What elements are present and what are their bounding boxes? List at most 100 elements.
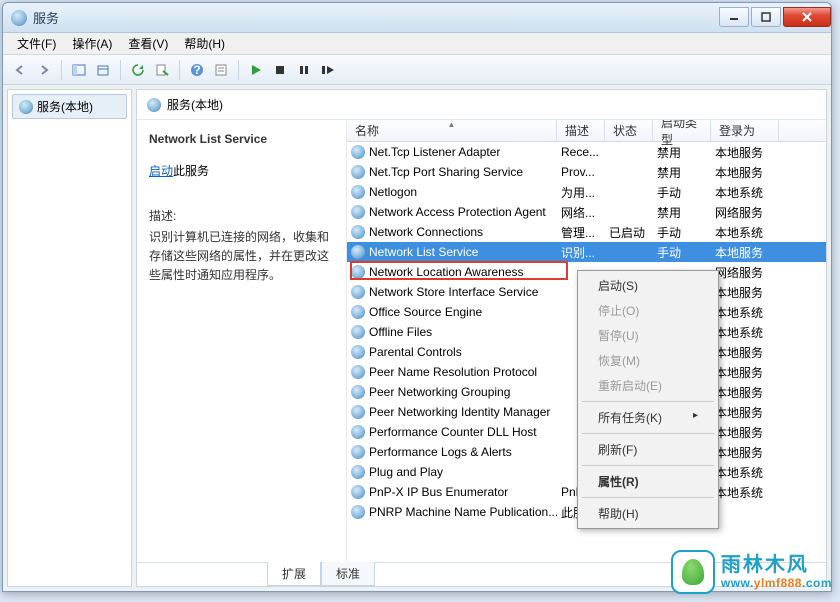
col-desc[interactable]: 描述: [557, 120, 605, 141]
service-icon: [351, 385, 365, 399]
show-hide-tree-button[interactable]: [68, 59, 90, 81]
ctx-refresh[interactable]: 刷新(F): [580, 437, 716, 462]
ctx-separator: [582, 401, 714, 402]
service-name: Office Source Engine: [369, 305, 482, 319]
service-state: 已启动: [605, 224, 653, 241]
table-row[interactable]: Network Access Protection Agent网络...禁用网络…: [347, 202, 826, 222]
service-logon: 本地系统: [711, 464, 779, 481]
ctx-stop: 停止(O): [580, 298, 716, 323]
ctx-separator: [582, 465, 714, 466]
table-row[interactable]: Net.Tcp Listener AdapterRece...禁用本地服务: [347, 142, 826, 162]
watermark: 雨林木风 www.ylmf888.com: [671, 550, 832, 594]
table-row[interactable]: Net.Tcp Port Sharing Service Prov... 禁用本地服…: [347, 162, 826, 182]
service-icon: [351, 185, 365, 199]
context-menu: 启动(S) 停止(O) 暂停(U) 恢复(M) 重新启动(E) 所有任务(K) …: [577, 270, 719, 529]
service-name: Performance Logs & Alerts: [369, 445, 512, 459]
minimize-button[interactable]: [719, 7, 749, 27]
stop-service-button[interactable]: [269, 59, 291, 81]
services-icon: [19, 100, 33, 114]
nav-services-local[interactable]: 服务(本地): [12, 94, 127, 119]
service-logon: 本地服务: [711, 404, 779, 421]
service-desc: 识别...: [557, 244, 605, 261]
description-text: 识别计算机已连接的网络，收集和存储这些网络的属性，并在更改这些属性时通知应用程序…: [149, 228, 334, 286]
service-name: Net.Tcp Port Sharing Service: [369, 165, 523, 179]
service-logon: 本地服务: [711, 384, 779, 401]
service-icon: [351, 165, 365, 179]
menu-view[interactable]: 查看(V): [120, 33, 176, 54]
col-state[interactable]: 状态: [605, 120, 653, 141]
detail-title: 服务(本地): [167, 96, 223, 113]
help-button[interactable]: ?: [186, 59, 208, 81]
tab-standard[interactable]: 标准: [321, 562, 375, 586]
watermark-cn: 雨林木风: [721, 554, 832, 576]
service-logon: 本地服务: [711, 424, 779, 441]
service-name: Plug and Play: [369, 465, 443, 479]
start-service-button[interactable]: [245, 59, 267, 81]
forward-button[interactable]: [33, 59, 55, 81]
column-headers: 名称 描述 状态 启动类型 登录为: [347, 120, 826, 142]
ctx-all-tasks[interactable]: 所有任务(K): [580, 405, 716, 430]
ctx-help[interactable]: 帮助(H): [580, 501, 716, 526]
service-name: Peer Networking Grouping: [369, 385, 510, 399]
menu-action[interactable]: 操作(A): [64, 33, 120, 54]
tab-extended[interactable]: 扩展: [267, 562, 321, 586]
export-button[interactable]: [92, 59, 114, 81]
service-name: Network Connections: [369, 225, 483, 239]
col-start[interactable]: 启动类型: [653, 120, 711, 141]
service-start-type: 手动: [653, 224, 711, 241]
ctx-pause: 暂停(U): [580, 323, 716, 348]
service-name: Performance Counter DLL Host: [369, 425, 537, 439]
service-logon: 本地服务: [711, 284, 779, 301]
col-name[interactable]: 名称: [347, 120, 557, 141]
service-name: Offline Files: [369, 325, 432, 339]
service-icon: [351, 425, 365, 439]
window-title: 服务: [33, 8, 717, 27]
service-name: Network Location Awareness: [369, 265, 524, 279]
pause-service-button[interactable]: [293, 59, 315, 81]
service-name: PNRP Machine Name Publication...: [369, 505, 557, 519]
service-icon: [351, 405, 365, 419]
service-desc: Rece...: [557, 145, 605, 159]
table-row[interactable]: Network Connections管理...已启动手动本地系统: [347, 222, 826, 242]
col-logon[interactable]: 登录为: [711, 120, 779, 141]
leaf-icon: [682, 559, 704, 585]
ctx-properties[interactable]: 属性(R): [580, 469, 716, 494]
ctx-restart: 重新启动(E): [580, 373, 716, 398]
properties-button[interactable]: [210, 59, 232, 81]
service-name: Net.Tcp Listener Adapter: [369, 145, 500, 159]
menu-help[interactable]: 帮助(H): [176, 33, 233, 54]
service-start-type: 禁用: [653, 164, 711, 181]
service-logon: 本地服务: [711, 164, 779, 181]
service-logon: 本地服务: [711, 364, 779, 381]
nav-label: 服务(本地): [37, 98, 93, 115]
separator: [179, 60, 180, 80]
service-desc: Prov...: [557, 165, 605, 179]
refresh-button[interactable]: [127, 59, 149, 81]
menu-file[interactable]: 文件(F): [9, 33, 64, 54]
table-row[interactable]: Network List Service识别...手动本地服务: [347, 242, 826, 262]
service-start-type: 手动: [653, 244, 711, 261]
nav-pane[interactable]: 服务(本地): [7, 89, 132, 587]
titlebar[interactable]: 服务: [3, 3, 831, 33]
selected-service-name: Network List Service: [149, 132, 334, 146]
service-name: Network Access Protection Agent: [369, 205, 546, 219]
service-icon: [351, 245, 365, 259]
export-list-button[interactable]: [151, 59, 173, 81]
restart-service-button[interactable]: [317, 59, 339, 81]
close-button[interactable]: [783, 7, 831, 27]
service-desc: 为用...: [557, 184, 605, 201]
maximize-button[interactable]: [751, 7, 781, 27]
ctx-start[interactable]: 启动(S): [580, 273, 716, 298]
service-logon: 本地系统: [711, 184, 779, 201]
service-icon: [351, 325, 365, 339]
separator: [120, 60, 121, 80]
back-button[interactable]: [9, 59, 31, 81]
watermark-logo: [671, 550, 715, 594]
service-logon: 本地系统: [711, 224, 779, 241]
service-icon: [351, 285, 365, 299]
table-row[interactable]: Netlogon为用...手动本地系统: [347, 182, 826, 202]
start-service-link[interactable]: 启动: [149, 164, 173, 178]
detail-header: 服务(本地): [137, 90, 826, 120]
service-logon: 本地系统: [711, 324, 779, 341]
action-suffix: 此服务: [173, 164, 209, 178]
